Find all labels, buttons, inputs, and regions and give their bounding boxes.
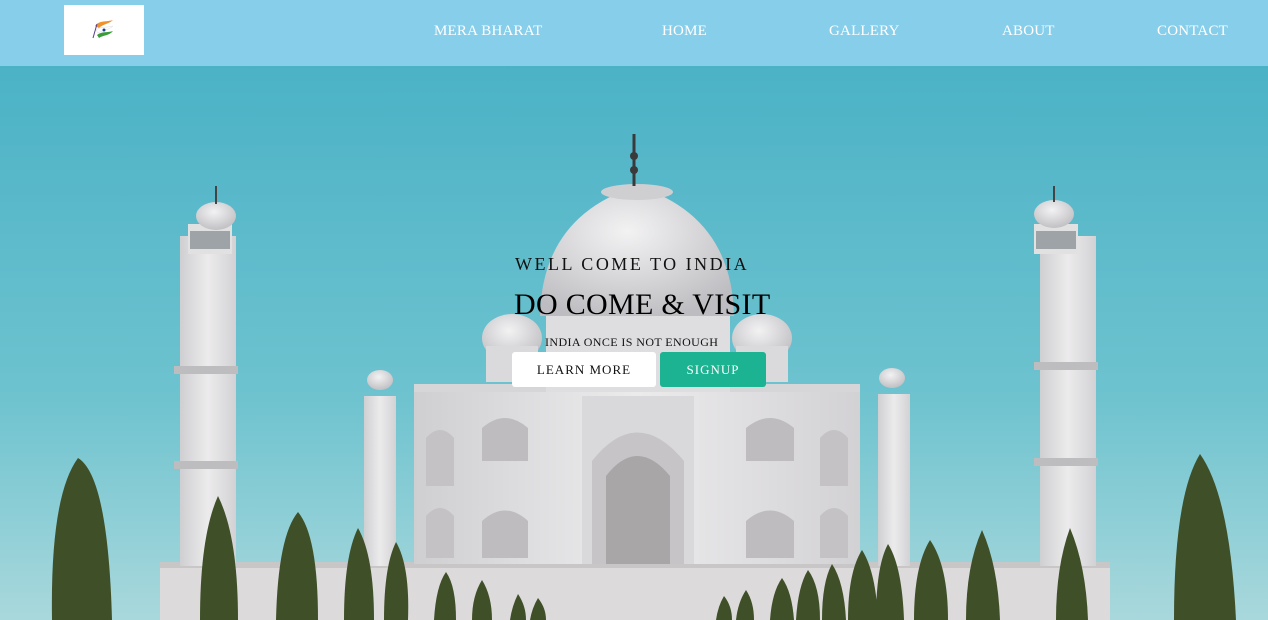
site-logo[interactable] xyxy=(64,5,144,55)
hero-subline: INDIA ONCE IS NOT ENOUGH xyxy=(545,335,719,349)
flag-ribbon-icon xyxy=(92,20,114,39)
signup-button[interactable]: SIGNUP xyxy=(660,352,766,387)
nav-gallery-link[interactable]: GALLERY xyxy=(829,23,900,40)
learn-more-button[interactable]: LEARN MORE xyxy=(512,352,656,387)
nav-about-link[interactable]: ABOUT xyxy=(1002,23,1055,40)
hero-headline: DO COME & VISIT xyxy=(514,288,771,321)
top-navbar: MERA BHARAT HOME GALLERY ABOUT CONTACT xyxy=(0,0,1268,66)
nav-contact-link[interactable]: CONTACT xyxy=(1157,23,1228,40)
hero-section: WELL COME TO INDIA DO COME & VISIT INDIA… xyxy=(0,66,1268,620)
nav-brand-link[interactable]: MERA BHARAT xyxy=(434,23,542,40)
hero-content: WELL COME TO INDIA DO COME & VISIT INDIA… xyxy=(0,66,1268,620)
hero-welcome-text: WELL COME TO INDIA xyxy=(515,254,750,274)
nav-home-link[interactable]: HOME xyxy=(662,23,707,40)
